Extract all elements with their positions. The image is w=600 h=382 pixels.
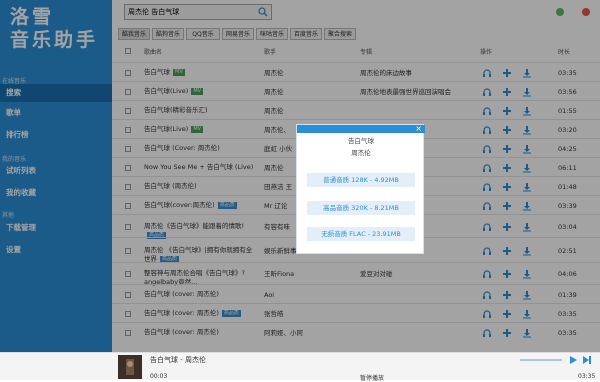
quality-option-high[interactable]: 高品音质 320K - 8.21MB: [307, 201, 415, 215]
volume-slider[interactable]: [520, 359, 562, 361]
player-bar: 告白气球 - 周杰伦 00:03 暂停播放 03:35: [0, 352, 600, 382]
now-playing-title: 告白气球 - 周杰伦: [150, 356, 206, 364]
player-status: 暂停播放: [360, 375, 385, 382]
quality-option-lossless[interactable]: 无损音质 FLAC - 23.91MB: [307, 227, 415, 241]
dialog-titlebar: ×: [297, 124, 425, 133]
dialog-song-artist: 周杰伦: [351, 149, 371, 157]
play-icon[interactable]: [568, 355, 578, 365]
close-icon[interactable]: ×: [415, 124, 422, 133]
total-time: 03:35: [578, 373, 596, 380]
album-cover: [118, 355, 142, 379]
quality-dialog: × 告白气球 周杰伦 普通音质 128K - 4.92MB 高品音质 320K …: [296, 124, 425, 254]
quality-option-standard[interactable]: 普通音质 128K - 4.92MB: [307, 173, 415, 187]
dialog-song-title: 告白气球: [348, 137, 374, 145]
next-icon[interactable]: [582, 355, 592, 365]
current-time: 00:03: [150, 373, 168, 380]
